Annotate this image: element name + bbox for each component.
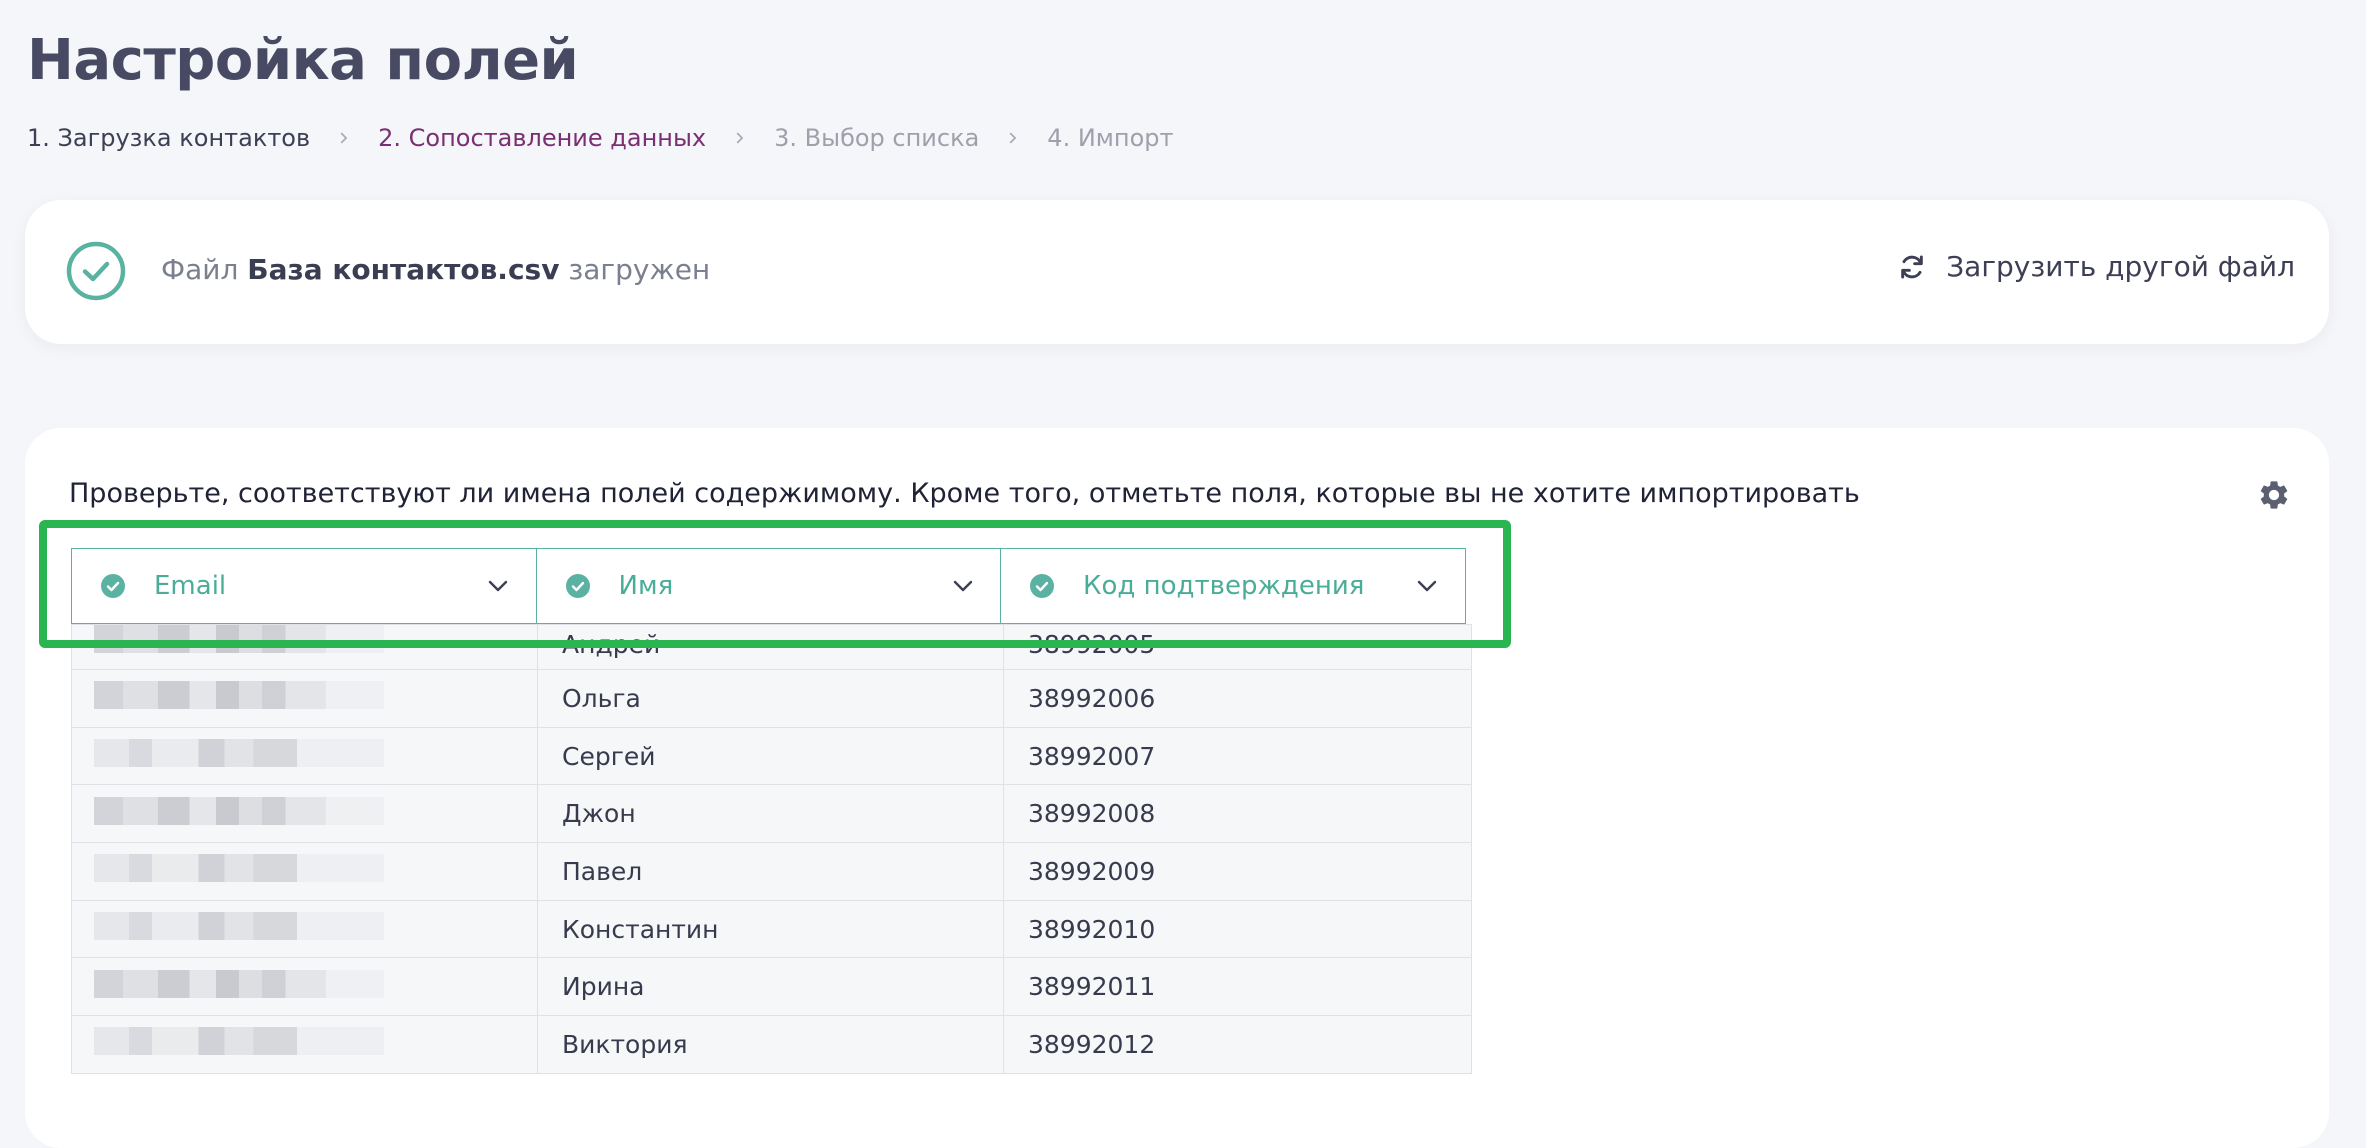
name-cell: Константин — [537, 899, 1004, 959]
column-select-email[interactable]: Email — [71, 548, 537, 624]
column-mapping-header: Email Имя Код подтверждения — [71, 548, 1466, 624]
chevron-right-icon — [706, 131, 774, 145]
name-cell: Ирина — [537, 957, 1004, 1017]
email-cell-redacted — [71, 842, 538, 901]
file-status-message: Файл База контактов.csv загружен — [161, 253, 710, 286]
code-cell: 38992011 — [1003, 957, 1472, 1017]
import-steps: 1. Загрузка контактов 2. Сопоставление д… — [27, 124, 1173, 152]
step-data-mapping[interactable]: 2. Сопоставление данных — [378, 124, 706, 152]
email-cell-redacted — [71, 726, 538, 786]
redacted-email — [94, 625, 384, 653]
name-cell: Андрей — [537, 624, 1004, 670]
gear-icon[interactable] — [2257, 478, 2291, 512]
mapping-hint: Проверьте, соответствуют ли имена полей … — [69, 478, 1860, 509]
email-cell-redacted — [71, 957, 538, 1017]
redacted-email — [94, 739, 384, 768]
column-select-label: Email — [154, 571, 227, 601]
email-cell-redacted — [71, 1015, 538, 1074]
check-circle-icon — [1030, 574, 1054, 598]
check-circle-icon — [565, 574, 590, 598]
chevron-right-icon — [979, 131, 1047, 145]
code-cell: 38992008 — [1003, 784, 1472, 844]
chevron-down-icon — [488, 580, 508, 592]
name-cell: Ольга — [537, 669, 1004, 728]
email-cell-redacted — [71, 669, 538, 728]
step-upload-contacts[interactable]: 1. Загрузка контактов — [27, 124, 310, 152]
code-cell: 38992007 — [1003, 726, 1472, 786]
column-select-label: Имя — [618, 571, 674, 601]
redacted-email — [94, 854, 384, 883]
name-cell: Виктория — [537, 1015, 1004, 1074]
field-mapping-card: Проверьте, соответствуют ли имена полей … — [25, 428, 2329, 1148]
refresh-icon — [1901, 255, 1924, 278]
column-select-label: Код подтверждения — [1083, 571, 1365, 601]
email-cell-redacted — [71, 624, 538, 670]
table-row: Сергей 38992007 — [71, 726, 1472, 786]
step-select-list: 3. Выбор списка — [774, 124, 980, 152]
name-cell: Павел — [537, 842, 1004, 901]
check-circle-icon — [101, 574, 125, 598]
step-import: 4. Импорт — [1047, 124, 1174, 152]
check-circle-icon — [66, 241, 126, 301]
code-cell: 38992010 — [1003, 899, 1472, 959]
chevron-right-icon — [310, 131, 378, 145]
redacted-email — [94, 796, 384, 825]
email-cell-redacted — [71, 899, 538, 959]
code-cell: 38992005 — [1003, 624, 1472, 670]
email-cell-redacted — [71, 784, 538, 844]
table-row: Константин 38992010 — [71, 899, 1472, 959]
file-status-suffix: загружен — [568, 253, 711, 286]
redacted-email — [94, 1027, 384, 1056]
code-cell: 38992009 — [1003, 842, 1472, 901]
preview-table: Андрей 38992005 Ольга 38992006 Сергей 38… — [71, 624, 1472, 1074]
name-cell: Джон — [537, 784, 1004, 844]
chevron-down-icon — [1417, 580, 1437, 592]
upload-another-file-label: Загрузить другой файл — [1946, 250, 2295, 283]
upload-another-file-button[interactable]: Загрузить другой файл — [1896, 250, 2295, 283]
code-cell: 38992012 — [1003, 1015, 1472, 1074]
redacted-email — [94, 912, 384, 941]
file-name: База контактов.csv — [247, 253, 560, 286]
table-row: Павел 38992009 — [71, 842, 1472, 901]
table-row: Джон 38992008 — [71, 784, 1472, 844]
file-status-prefix: Файл — [161, 253, 239, 286]
redacted-email — [94, 681, 384, 710]
chevron-down-icon — [953, 580, 972, 592]
code-cell: 38992006 — [1003, 669, 1472, 728]
table-row: Андрей 38992005 — [71, 624, 1472, 670]
page-title: Настройка полей — [27, 28, 579, 93]
column-select-code[interactable]: Код подтверждения — [1000, 548, 1466, 624]
name-cell: Сергей — [537, 726, 1004, 786]
file-status-card: Файл База контактов.csv загружен Загрузи… — [25, 200, 2329, 344]
table-row: Виктория 38992012 — [71, 1015, 1472, 1074]
column-select-name[interactable]: Имя — [535, 548, 1002, 624]
table-row: Ольга 38992006 — [71, 669, 1472, 728]
redacted-email — [94, 969, 384, 998]
table-row: Ирина 38992011 — [71, 957, 1472, 1017]
